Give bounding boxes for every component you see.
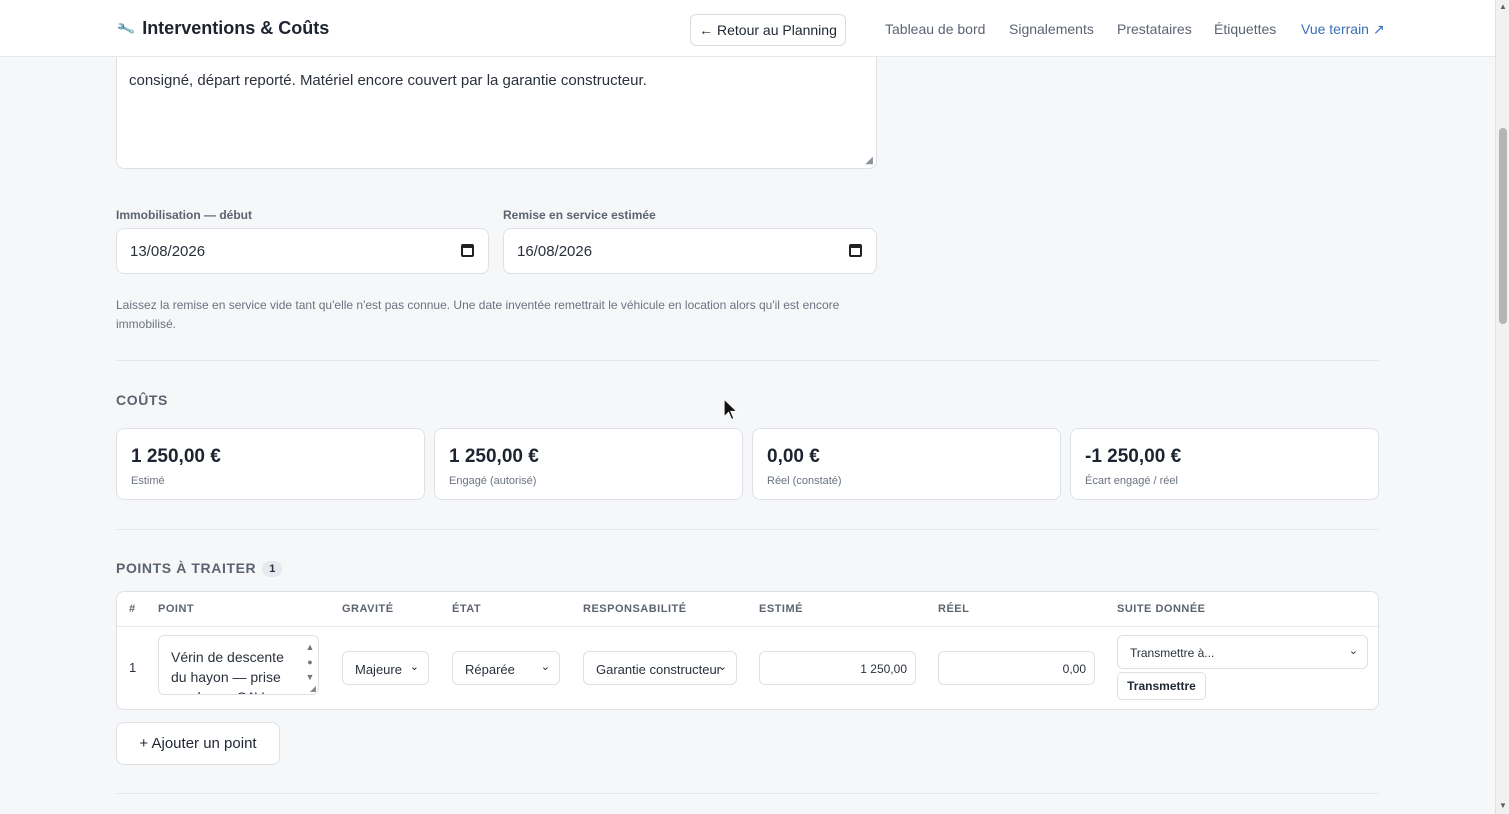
- service-end-label: Remise en service estimée: [503, 208, 656, 222]
- row-number: 1: [129, 660, 137, 675]
- point-description-text: Vérin de descente du hayon — prise en ch…: [171, 649, 284, 694]
- service-end-value: 16/08/2026: [517, 243, 593, 260]
- costs-title: COÛTS: [116, 392, 168, 408]
- divider: [116, 793, 1379, 794]
- scroll-down-icon[interactable]: ▼: [1499, 801, 1507, 810]
- point-description-input[interactable]: Vérin de descente du hayon — prise en ch…: [158, 635, 319, 695]
- cost-caption: Engagé (autorisé): [449, 475, 537, 487]
- cost-caption: Estimé: [131, 475, 165, 487]
- nav-etiquettes[interactable]: Étiquettes: [1214, 21, 1276, 37]
- scrollbar-thumb[interactable]: [1499, 128, 1507, 324]
- chevron-down-icon: ⌄: [717, 661, 727, 673]
- chevron-down-icon: ⌄: [1348, 645, 1358, 657]
- cost-amount: 1 250,00 €: [449, 446, 539, 467]
- immobilisation-start-value: 13/08/2026: [130, 243, 206, 260]
- col-header-point: POINT: [158, 603, 195, 615]
- cost-amount: -1 250,00 €: [1085, 446, 1182, 467]
- cost-card-estimated: 1 250,00 € Estimé: [116, 428, 425, 500]
- nav-prestataires[interactable]: Prestataires: [1117, 21, 1192, 37]
- col-header-estime: ESTIMÉ: [759, 603, 803, 615]
- col-header-reel: RÉEL: [938, 603, 970, 615]
- col-header-num: #: [129, 603, 136, 615]
- col-header-gravite: GRAVITÉ: [342, 603, 394, 615]
- chevron-down-icon: ⌄: [540, 661, 550, 673]
- nav-dashboard[interactable]: Tableau de bord: [885, 21, 985, 37]
- reel-input[interactable]: 0,00: [938, 651, 1095, 685]
- gravite-select[interactable]: Majeure ⌄: [342, 651, 429, 685]
- nav-signalements[interactable]: Signalements: [1009, 21, 1094, 37]
- col-header-suite: SUITE DONNÉE: [1117, 603, 1206, 615]
- nav-vue-terrain[interactable]: Vue terrain ↗: [1301, 21, 1385, 38]
- immobilisation-start-label: Immobilisation — début: [116, 208, 253, 222]
- col-header-responsabilite: RESPONSABILITÉ: [583, 603, 687, 615]
- table-divider: [117, 626, 1378, 627]
- calendar-icon[interactable]: [461, 244, 474, 257]
- service-end-input[interactable]: 16/08/2026: [503, 228, 877, 274]
- date-help-text: Laissez la remise en service vide tant q…: [116, 298, 840, 331]
- cost-caption: Réel (constaté): [767, 475, 842, 487]
- points-count-badge: 1: [262, 561, 283, 577]
- calendar-icon[interactable]: [849, 244, 862, 257]
- app-brand: 🔧 Interventions & Coûts: [115, 18, 330, 39]
- cost-card-variance: -1 250,00 € Écart engagé / réel: [1070, 428, 1379, 500]
- add-point-button[interactable]: + Ajouter un point: [116, 722, 280, 765]
- points-table: # POINT GRAVITÉ ÉTAT RESPONSABILITÉ ESTI…: [116, 591, 1379, 710]
- cost-card-actual: 0,00 € Réel (constaté): [752, 428, 1061, 500]
- resize-grip-icon[interactable]: ◢: [310, 684, 316, 693]
- gravite-value: Majeure: [355, 662, 402, 677]
- notes-text: consigné, départ reporté. Matériel encor…: [129, 72, 647, 89]
- cost-amount: 1 250,00 €: [131, 446, 221, 467]
- page-scrollbar[interactable]: ▲ ▼: [1495, 0, 1509, 814]
- responsabilite-select[interactable]: Garantie constructeur ⌄: [583, 651, 737, 685]
- reel-value: 0,00: [1062, 662, 1086, 676]
- etat-select[interactable]: Réparée ⌄: [452, 651, 560, 685]
- estime-input[interactable]: 1 250,00: [759, 651, 916, 685]
- notes-textarea[interactable]: consigné, départ reporté. Matériel encor…: [116, 44, 877, 169]
- cost-caption: Écart engagé / réel: [1085, 475, 1178, 487]
- transmit-to-select[interactable]: Transmettre à... ⌄: [1117, 635, 1368, 669]
- points-title-text: POINTS À TRAITER: [116, 560, 257, 576]
- immobilisation-start-input[interactable]: 13/08/2026: [116, 228, 489, 274]
- points-title: POINTS À TRAITER 1: [116, 560, 283, 577]
- wrench-icon: 🔧: [115, 18, 137, 38]
- scroll-up-icon[interactable]: ▲: [1499, 2, 1507, 11]
- estime-value: 1 250,00: [860, 662, 907, 676]
- col-header-etat: ÉTAT: [452, 603, 482, 615]
- back-to-planning-button[interactable]: ← Retour au Planning: [690, 14, 846, 46]
- transmit-to-placeholder: Transmettre à...: [1130, 646, 1215, 660]
- chevron-down-icon: ⌄: [409, 661, 419, 673]
- textarea-scrollbar[interactable]: ▲ ● ▼: [305, 640, 315, 685]
- resize-grip-icon[interactable]: ◢: [865, 155, 873, 166]
- top-bar: 🔧 Interventions & Coûts ← Retour au Plan…: [0, 0, 1495, 57]
- divider: [116, 529, 1379, 530]
- divider: [116, 360, 1379, 361]
- etat-value: Réparée: [465, 662, 515, 677]
- mouse-cursor-icon: [723, 398, 739, 421]
- cost-card-committed: 1 250,00 € Engagé (autorisé): [434, 428, 743, 500]
- page-title: Interventions & Coûts: [142, 18, 330, 38]
- cost-amount: 0,00 €: [767, 446, 820, 467]
- responsabilite-value: Garantie constructeur: [596, 662, 722, 677]
- transmit-button[interactable]: Transmettre: [1117, 672, 1206, 700]
